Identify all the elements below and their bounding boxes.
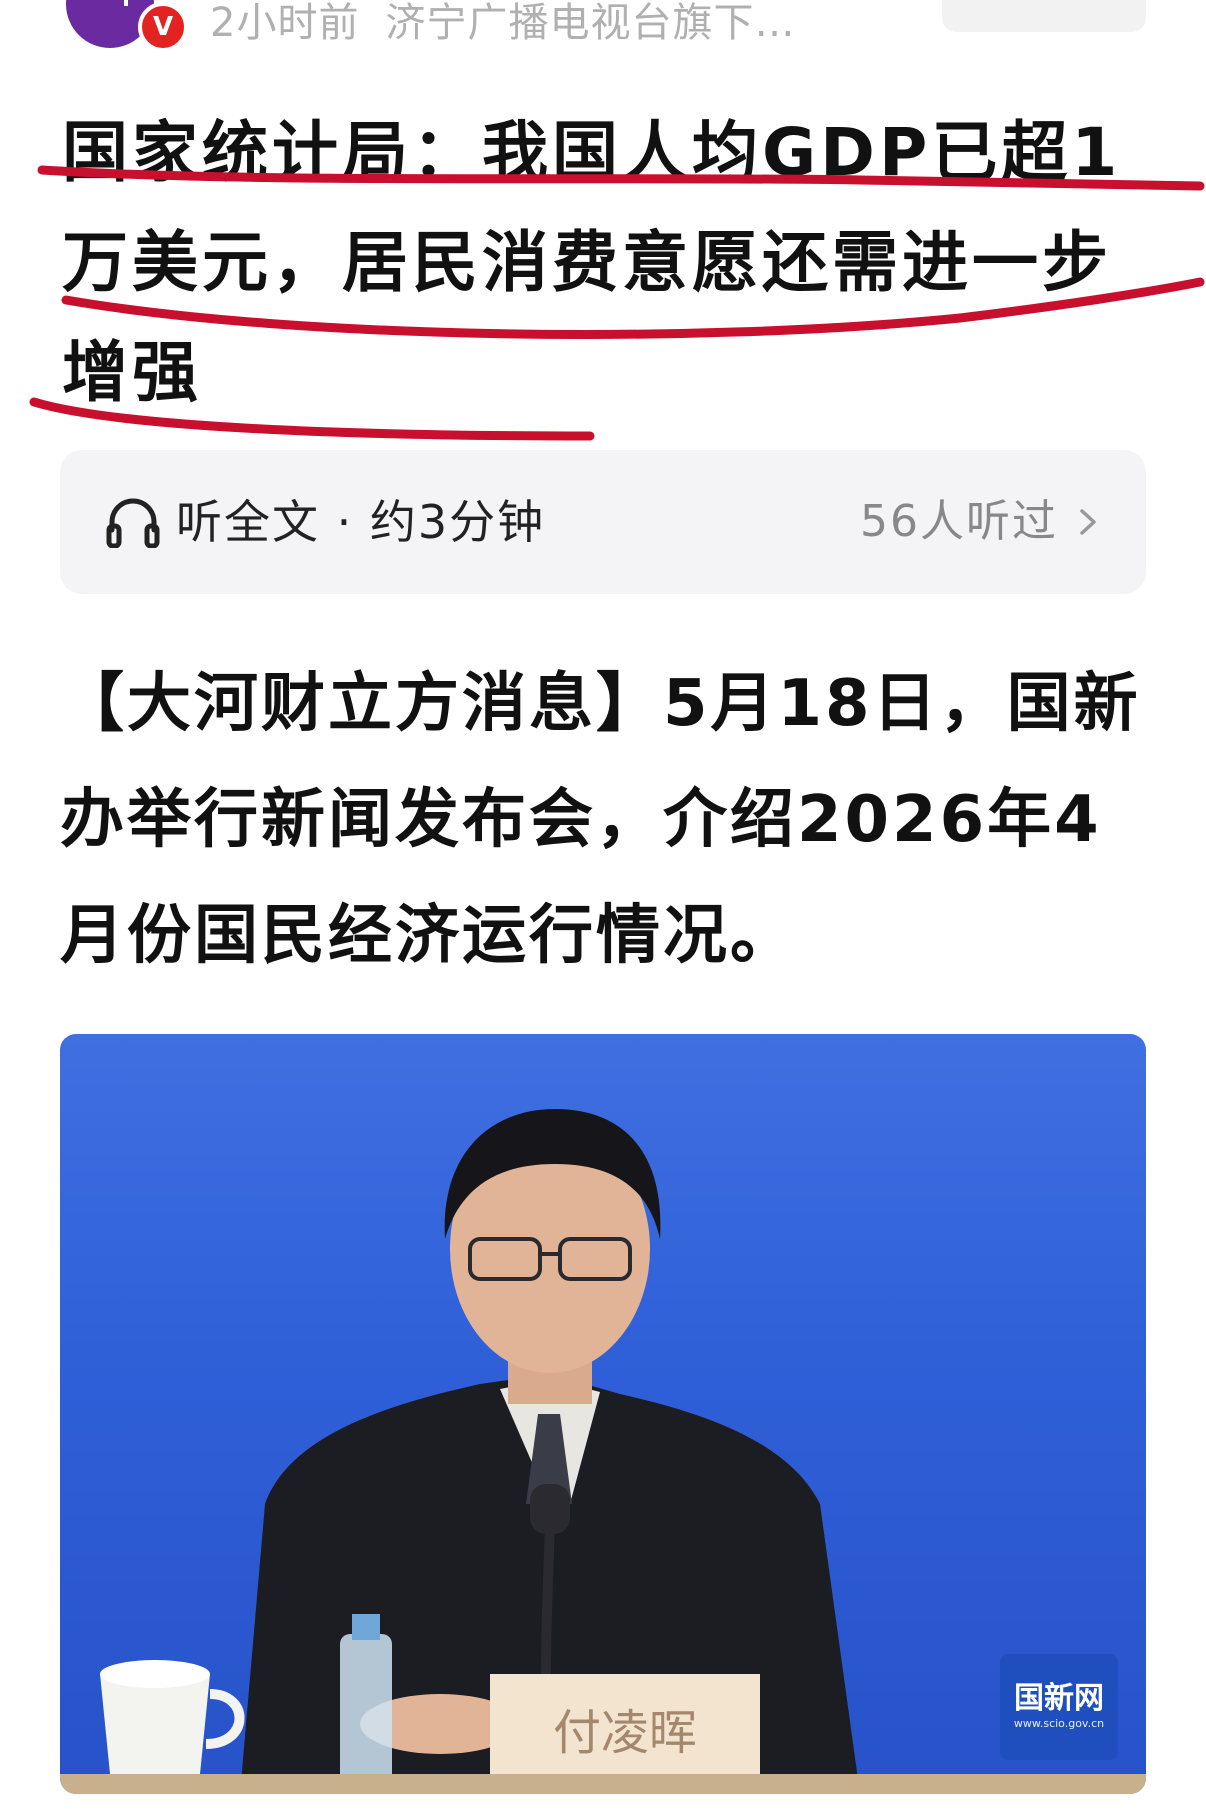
listener-count: 56人听过 [860,496,1058,547]
article-photo[interactable]: 付凌晖 国新网 www.scio.gov.cn [60,1034,1146,1794]
author-meta-row: V 2小时前 济宁广播电视台旗下… [0,0,1206,60]
verified-icon: V [138,2,188,52]
author-source[interactable]: 济宁广播电视台旗下… [385,0,795,46]
nameplate-text: 付凌晖 [553,1705,697,1761]
follow-button[interactable] [942,0,1146,32]
press-conference-illustration: 付凌晖 [60,1109,1146,1794]
listen-full-article-bar[interactable]: 听全文 · 约3分钟 56人听过 [60,450,1146,594]
scio-watermark: 国新网 www.scio.gov.cn [1000,1654,1118,1760]
watermark-name: 国新网 [1014,1681,1104,1716]
article-title-block: 国家统计局：我国人均GDP已超1万美元，居民消费意愿还需进一步增强 [62,98,1162,428]
watermark-url: www.scio.gov.cn [1013,1717,1105,1730]
publish-time: 2小时前 [210,0,360,46]
listen-label: 听全文 · 约3分钟 [176,495,546,549]
headphones-icon [106,498,160,548]
article-body: 【大河财立方消息】5月18日，国新办举行新闻发布会，介绍2026年4月份国民经济… [60,667,1141,973]
article-title: 国家统计局：我国人均GDP已超1万美元，居民消费意愿还需进一步增强 [62,114,1122,411]
chevron-right-icon [1080,509,1096,535]
author-meta-text: 2小时前 济宁广播电视台旗下… [210,0,795,46]
